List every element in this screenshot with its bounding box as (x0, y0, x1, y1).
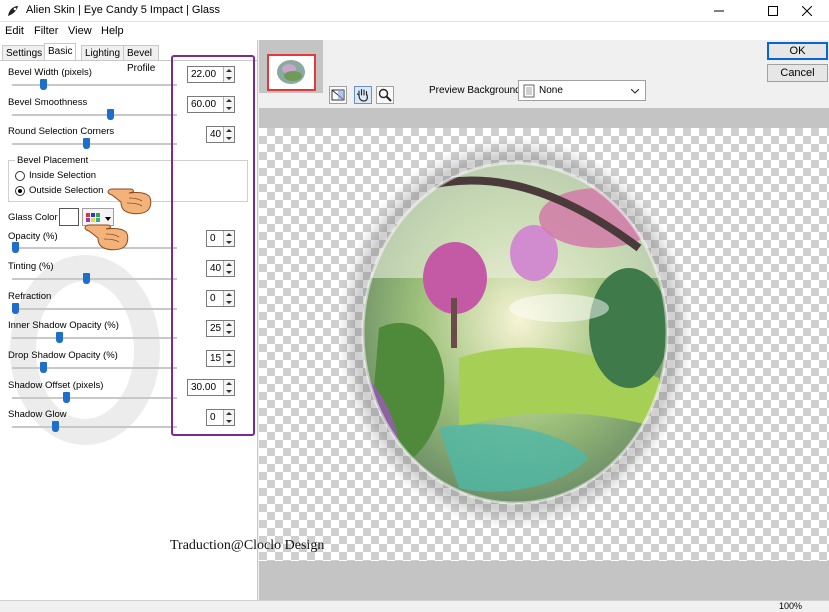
refraction-thumb[interactable] (12, 303, 19, 314)
title-bar: Alien Skin | Eye Candy 5 Impact | Glass (0, 0, 829, 22)
window-title: Alien Skin | Eye Candy 5 Impact | Glass (26, 4, 221, 16)
tab-lighting[interactable]: Lighting (81, 45, 125, 61)
chevron-down-icon (631, 89, 639, 94)
menu-help[interactable]: Help (101, 25, 124, 37)
status-bar: 100% (0, 600, 829, 612)
refraction-label: Refraction (8, 291, 52, 302)
bevel-placement-title: Bevel Placement (15, 155, 91, 166)
bevel-width-thumb[interactable] (40, 79, 48, 90)
shadow-offset-slider[interactable] (12, 397, 177, 399)
preview-background-value: None (539, 85, 563, 96)
preview-area: Preview Background: None OK Cancel (259, 40, 829, 600)
tab-settings[interactable]: Settings (2, 45, 47, 61)
close-icon (802, 6, 812, 16)
maximize-icon (768, 6, 778, 16)
pointing-hand-icon (107, 188, 152, 215)
zoom-level: 100% (779, 601, 803, 611)
cancel-button[interactable]: Cancel (767, 64, 828, 82)
shadow-offset-label: Shadow Offset (pixels) (8, 380, 104, 391)
tinting-thumb[interactable] (83, 273, 91, 284)
tinting-slider[interactable] (12, 278, 177, 280)
shadow-glow-label: Shadow Glow (8, 409, 67, 420)
drop-shadow-slider[interactable] (12, 367, 177, 369)
canvas-bottom-band (259, 561, 829, 600)
close-button[interactable] (785, 0, 829, 22)
inner-shadow-label: Inner Shadow Opacity (%) (8, 320, 119, 331)
inside-selection-label: Inside Selection (29, 170, 97, 181)
inner-shadow-thumb[interactable] (56, 332, 64, 343)
drop-shadow-label: Drop Shadow Opacity (%) (8, 350, 118, 361)
opacity-label: Opacity (%) (8, 231, 58, 242)
hand-icon (356, 88, 368, 102)
ok-button[interactable]: OK (767, 42, 828, 60)
compare-icon (331, 89, 345, 101)
shadow-offset-thumb[interactable] (62, 392, 70, 403)
preview-background-label: Preview Background: (429, 85, 524, 96)
canvas-top-band (259, 108, 829, 128)
inner-shadow-slider[interactable] (12, 337, 177, 339)
minimize-button[interactable] (697, 0, 741, 22)
menu-filter[interactable]: Filter (34, 25, 58, 37)
tinting-label: Tinting (%) (8, 261, 54, 272)
outside-selection-radio[interactable] (15, 186, 25, 196)
refraction-slider[interactable] (12, 308, 177, 310)
pointing-hand-icon (84, 224, 129, 251)
navigator-strip (259, 40, 323, 93)
glass-preview-image (337, 137, 693, 529)
app-icon (8, 6, 18, 16)
thumbnail-image (269, 56, 314, 89)
shadow-glow-thumb[interactable] (51, 421, 59, 432)
preview-canvas[interactable] (259, 128, 829, 561)
pan-tool-button[interactable] (354, 86, 372, 104)
magnifier-icon (378, 88, 392, 102)
shadow-glow-slider[interactable] (12, 426, 177, 428)
bevel-width-label: Bevel Width (pixels) (8, 67, 92, 78)
opacity-thumb[interactable] (12, 242, 19, 253)
bevel-width-slider[interactable] (12, 84, 177, 86)
inside-selection-radio[interactable] (15, 171, 25, 181)
outside-selection-label: Outside Selection (29, 185, 104, 196)
bevel-smoothness-thumb[interactable] (106, 109, 114, 120)
round-corners-slider[interactable] (12, 143, 177, 145)
navigator-thumbnail[interactable] (267, 54, 316, 91)
compare-button[interactable] (329, 86, 347, 104)
round-corners-label: Round Selection Corners (8, 126, 115, 137)
drop-shadow-thumb[interactable] (40, 362, 48, 373)
credit-text: Traduction@Cloclo Design (170, 538, 325, 553)
glass-color-swatch[interactable] (59, 208, 79, 226)
page-icon (523, 84, 535, 98)
tab-bevel-profile[interactable]: Bevel Profile (123, 45, 160, 74)
menu-bar: Edit Filter View Help (0, 22, 829, 40)
glass-color-label: Glass Color (8, 212, 58, 223)
minimize-icon (714, 10, 724, 12)
parameter-panel: Settings Basic Lighting Bevel Profile Be… (0, 40, 258, 600)
preview-background-select[interactable]: None (518, 80, 646, 101)
bevel-smoothness-slider[interactable] (12, 114, 177, 116)
highlight-box (171, 55, 255, 436)
bevel-smoothness-label: Bevel Smoothness (8, 97, 88, 108)
menu-view[interactable]: View (68, 25, 92, 37)
zoom-tool-button[interactable] (376, 86, 394, 104)
round-corners-thumb[interactable] (83, 138, 91, 149)
tab-basic[interactable]: Basic (44, 43, 77, 61)
menu-edit[interactable]: Edit (5, 25, 24, 37)
